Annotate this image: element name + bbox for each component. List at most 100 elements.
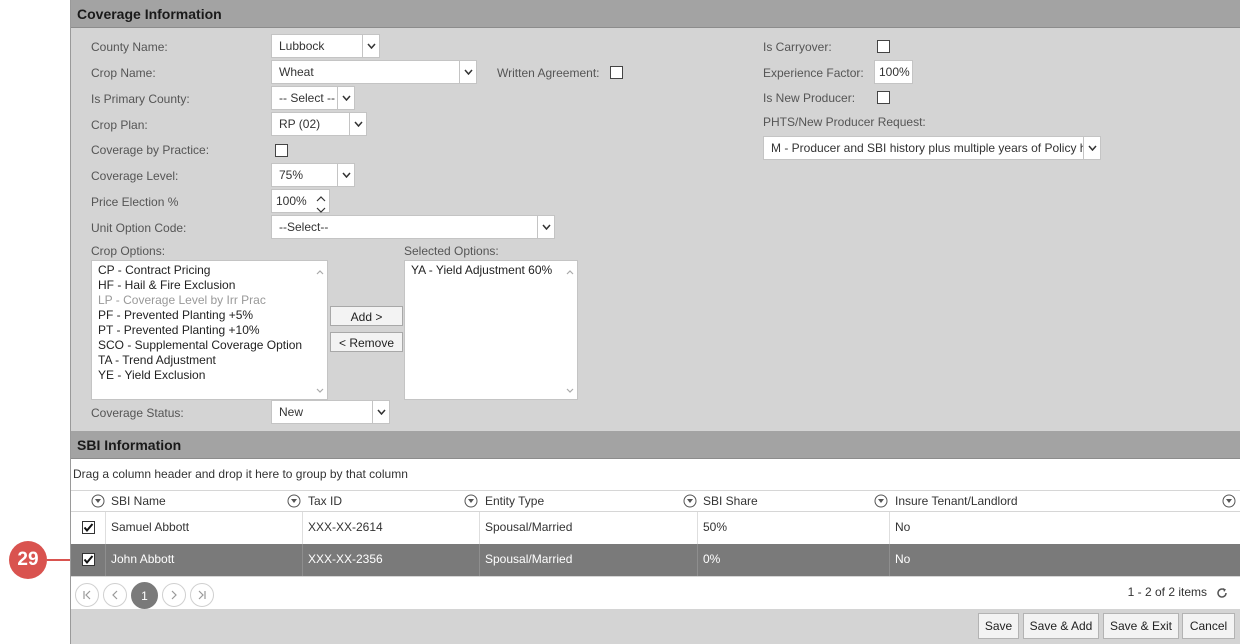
chevron-down-icon: [349, 113, 366, 135]
filter-icon[interactable]: [874, 494, 888, 511]
list-item[interactable]: LP - Coverage Level by Irr Prac: [98, 293, 327, 308]
filter-icon[interactable]: [91, 494, 105, 511]
group-by-drop-zone[interactable]: Drag a column header and drop it here to…: [73, 467, 408, 481]
column-header-entity-type[interactable]: Entity Type: [485, 494, 544, 508]
refresh-icon[interactable]: [1216, 587, 1228, 602]
column-header-sbi-name[interactable]: SBI Name: [111, 494, 166, 508]
sbi-name-cell: John Abbott: [106, 544, 303, 576]
filter-icon[interactable]: [464, 494, 478, 511]
list-item[interactable]: CP - Contract Pricing: [98, 263, 327, 278]
crop-name-select[interactable]: Wheat: [271, 60, 477, 84]
primary-county-label: Is Primary County:: [91, 92, 190, 106]
written-agreement-label: Written Agreement:: [497, 66, 600, 80]
chevron-down-icon: [337, 164, 354, 186]
filter-icon[interactable]: [287, 494, 301, 511]
unit-option-select[interactable]: --Select--: [271, 215, 555, 239]
is-carryover-checkbox[interactable]: [877, 40, 890, 53]
column-header-sbi-share[interactable]: SBI Share: [703, 494, 758, 508]
next-page-button[interactable]: [162, 583, 186, 607]
sbi-name-cell: Samuel Abbott: [106, 512, 303, 544]
crop-name-value: Wheat: [279, 65, 314, 79]
crop-name-label: Crop Name:: [91, 66, 156, 80]
list-item[interactable]: SCO - Supplemental Coverage Option: [98, 338, 327, 353]
county-name-select[interactable]: Lubbock: [271, 34, 380, 58]
row-select-cell[interactable]: [71, 512, 106, 544]
selected-options-label: Selected Options:: [404, 244, 499, 258]
sbi-section-header: SBI Information: [71, 431, 1240, 459]
list-item[interactable]: HF - Hail & Fire Exclusion: [98, 278, 327, 293]
grid-pager: 1 1 - 2 of 2 items: [71, 576, 1240, 609]
tax-id-cell: XXX-XX-2614: [303, 512, 480, 544]
price-election-stepper[interactable]: 100%: [271, 189, 330, 213]
unit-option-value: --Select--: [279, 220, 329, 234]
cancel-button[interactable]: Cancel: [1182, 613, 1235, 639]
insure-tenant-cell: No: [895, 520, 911, 534]
save-and-add-button[interactable]: Save & Add: [1023, 613, 1099, 639]
list-item[interactable]: YA - Yield Adjustment 60%: [411, 263, 577, 278]
chevron-left-icon: [112, 590, 118, 600]
first-page-button[interactable]: [75, 583, 99, 607]
list-item[interactable]: PT - Prevented Planting +10%: [98, 323, 327, 338]
selected-options-listbox[interactable]: YA - Yield Adjustment 60%: [404, 260, 578, 400]
last-page-button[interactable]: [190, 583, 214, 607]
scroll-up-icon[interactable]: [566, 264, 574, 278]
row-select-cell[interactable]: [71, 544, 106, 576]
previous-page-button[interactable]: [103, 583, 127, 607]
list-item[interactable]: YE - Yield Exclusion: [98, 368, 327, 383]
primary-county-select[interactable]: -- Select --: [271, 86, 355, 110]
remove-option-button[interactable]: < Remove: [330, 332, 403, 352]
is-new-producer-label: Is New Producer:: [763, 91, 856, 105]
coverage-level-label: Coverage Level:: [91, 169, 179, 183]
tax-id-cell: XXX-XX-2356: [303, 544, 480, 576]
is-new-producer-checkbox[interactable]: [877, 91, 890, 104]
sbi-share-cell: 0%: [698, 544, 890, 576]
listbox-scrollbar[interactable]: [313, 261, 327, 399]
filter-icon[interactable]: [1222, 494, 1236, 511]
entity-type-cell: Spousal/Married: [480, 512, 698, 544]
price-election-value: 100%: [276, 194, 307, 208]
crop-plan-select[interactable]: RP (02): [271, 112, 367, 136]
callout-pointer-line: [47, 559, 71, 561]
listbox-scrollbar[interactable]: [563, 261, 577, 399]
phts-request-label: PHTS/New Producer Request:: [763, 115, 926, 129]
filter-icon[interactable]: [683, 494, 697, 511]
chevron-down-icon: [1083, 137, 1100, 159]
experience-factor-input[interactable]: 100%: [874, 60, 913, 84]
written-agreement-checkbox[interactable]: [610, 66, 623, 79]
county-name-value: Lubbock: [279, 39, 325, 53]
scroll-down-icon[interactable]: [566, 382, 574, 396]
scroll-up-icon[interactable]: [316, 264, 324, 278]
county-name-label: County Name:: [91, 40, 168, 54]
first-page-icon: [83, 590, 91, 600]
coverage-by-practice-label: Coverage by Practice:: [91, 143, 210, 157]
price-election-label: Price Election %: [91, 195, 179, 209]
save-and-exit-button[interactable]: Save & Exit: [1103, 613, 1179, 639]
last-page-icon: [198, 590, 206, 600]
coverage-by-practice-checkbox[interactable]: [275, 144, 288, 157]
chevron-right-icon: [171, 590, 177, 600]
list-item[interactable]: TA - Trend Adjustment: [98, 353, 327, 368]
coverage-status-select[interactable]: New: [271, 400, 390, 424]
crop-options-listbox[interactable]: CP - Contract Pricing HF - Hail & Fire E…: [91, 260, 328, 400]
coverage-section-header: Coverage Information: [71, 0, 1240, 28]
coverage-status-value: New: [279, 405, 304, 419]
coverage-level-value: 75%: [279, 168, 304, 182]
table-row[interactable]: Samuel Abbott XXX-XX-2614 Spousal/Marrie…: [71, 512, 1240, 544]
column-header-insure-tenant[interactable]: Insure Tenant/Landlord: [895, 494, 1018, 508]
chevron-down-icon: [459, 61, 476, 83]
column-header-tax-id[interactable]: Tax ID: [308, 494, 342, 508]
coverage-status-label: Coverage Status:: [91, 406, 184, 420]
save-button[interactable]: Save: [978, 613, 1019, 639]
list-item[interactable]: PF - Prevented Planting +5%: [98, 308, 327, 323]
grid-header: SBI Name Tax ID Entity Type SBI Share In…: [71, 490, 1240, 512]
phts-request-select[interactable]: M - Producer and SBI history plus multip…: [763, 136, 1101, 160]
checkbox-checked-icon[interactable]: [82, 553, 95, 566]
crop-plan-value: RP (02): [279, 117, 321, 131]
add-option-button[interactable]: Add >: [330, 306, 403, 326]
checkbox-checked-icon[interactable]: [82, 521, 95, 534]
table-row[interactable]: John Abbott XXX-XX-2356 Spousal/Married …: [71, 544, 1240, 576]
coverage-level-select[interactable]: 75%: [271, 163, 355, 187]
scroll-down-icon[interactable]: [316, 382, 324, 396]
pager-info: 1 - 2 of 2 items: [1127, 585, 1207, 599]
current-page-button[interactable]: 1: [131, 582, 158, 609]
